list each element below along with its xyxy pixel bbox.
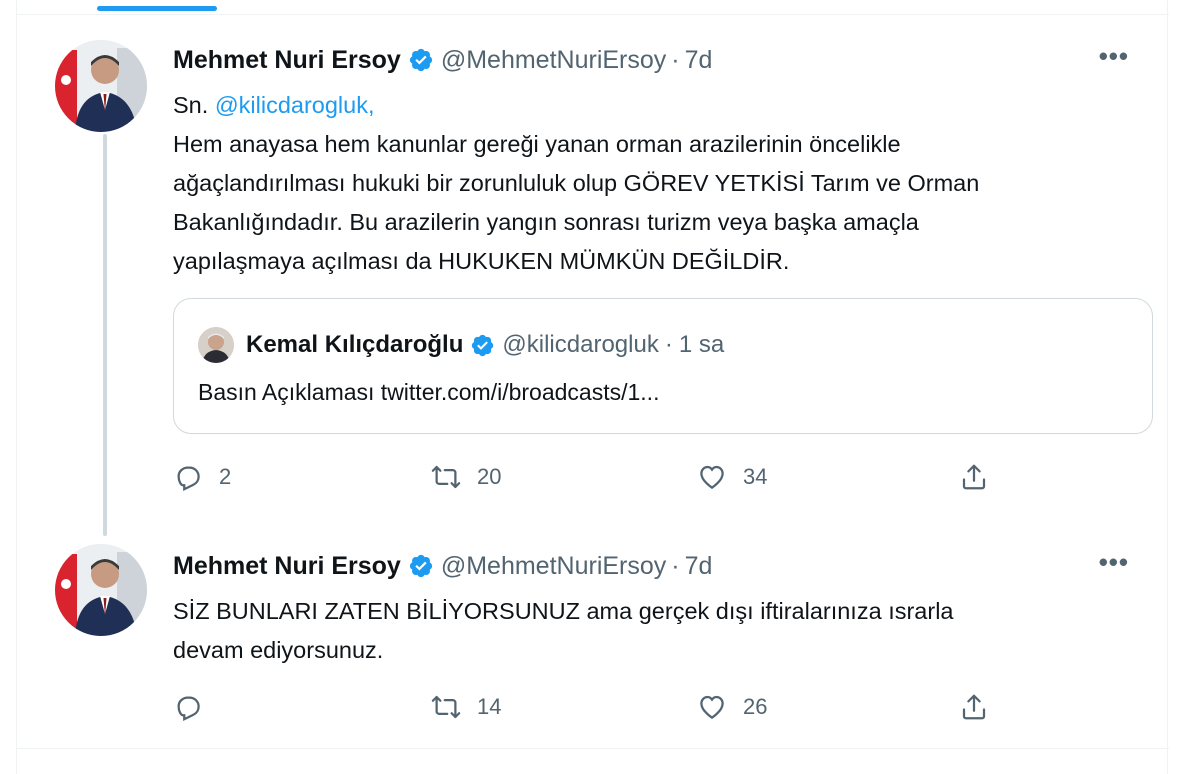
verified-badge-icon [409,48,432,72]
retweet-icon [431,465,461,489]
verified-badge-icon [409,554,432,578]
timestamp[interactable]: 7d [685,552,713,581]
author-name[interactable]: Mehmet Nuri Ersoy [173,552,401,581]
tweet-actions: 2 20 34 [173,462,1003,502]
quoted-avatar-image [198,327,234,363]
quoted-tweet-text: Basın Açıklaması twitter.com/i/broadcast… [198,379,660,405]
share-button[interactable] [959,692,1005,722]
tweet-text-line: ağaçlandırılması hukuki bir zorunluluk o… [173,170,980,196]
share-icon [962,694,986,720]
retweet-count: 20 [477,464,502,489]
retweet-count: 14 [477,694,502,719]
reply-icon [177,466,200,492]
more-icon[interactable]: ••• [1099,549,1129,575]
tweet-text-line: yapılaşmaya açılması da HUKUKEN MÜMKÜN D… [173,248,790,274]
author-handle[interactable]: @MehmetNuriErsoy [441,46,666,75]
avatar[interactable] [55,40,147,132]
tweet-actions: 14 26 [173,692,1003,732]
tweet-header: Mehmet Nuri Ersoy @MehmetNuriErsoy · 7d [173,550,1139,582]
tweet-text-line: Hem anayasa hem kanunlar gereği yanan or… [173,131,901,157]
separator-dot: · [671,551,680,580]
like-button[interactable]: 26 [697,692,767,722]
avatar[interactable] [55,544,147,636]
author-handle[interactable]: @MehmetNuriErsoy [441,552,666,581]
tweet-header: Mehmet Nuri Ersoy @MehmetNuriErsoy · 7d [173,44,1139,76]
reply-count: 2 [219,464,232,489]
divider [17,14,1169,15]
tweet-text-line: devam ediyorsunuz. [173,637,384,663]
thread-connector-line [103,134,107,536]
timeline-column: Mehmet Nuri Ersoy @MehmetNuriErsoy · 7d … [16,0,1169,774]
like-count: 34 [743,464,768,489]
like-count: 26 [743,694,768,719]
active-tab-indicator [97,6,217,11]
mention-punctuation: , [367,92,375,118]
quoted-author-handle[interactable]: @kilicdarogluk [502,331,658,359]
separator-dot: · [671,45,680,74]
tweet-text-line: SİZ BUNLARI ZATEN BİLİYORSUNUZ ama gerçe… [173,598,954,624]
like-button[interactable]: 34 [697,462,767,492]
quoted-timestamp[interactable]: 1 sa [679,331,724,359]
divider [17,748,1169,749]
tweet-text: Sn. @kilicdarogluk, Hem anayasa hem kanu… [173,86,1139,281]
share-button[interactable] [959,462,1005,492]
reply-icon [177,696,200,722]
verified-badge-icon [472,334,494,356]
avatar-image [55,40,147,132]
reply-button[interactable]: 2 [173,462,231,492]
author-name[interactable]: Mehmet Nuri Ersoy [173,46,401,75]
tweet-text-line: Bakanlığındadır. Bu arazilerin yangın so… [173,209,919,235]
separator-dot: · [664,331,673,358]
quoted-tweet-header: Kemal Kılıçdaroğlu @kilicdarogluk · 1 sa [198,327,724,363]
timestamp[interactable]: 7d [685,46,713,75]
reply-button[interactable] [173,692,219,722]
quoted-avatar [198,327,234,363]
avatar-image [55,544,147,636]
retweet-icon [431,695,461,719]
mention-link[interactable]: @kilicdarogluk [215,92,368,118]
quoted-author-name[interactable]: Kemal Kılıçdaroğlu [246,331,463,359]
retweet-button[interactable]: 20 [431,462,501,492]
quoted-tweet[interactable]: Kemal Kılıçdaroğlu @kilicdarogluk · 1 sa… [173,298,1153,434]
like-icon [700,465,724,489]
tweet-text-line: Sn. @kilicdarogluk, [173,86,1139,125]
like-icon [700,695,724,719]
tweet-text: SİZ BUNLARI ZATEN BİLİYORSUNUZ ama gerçe… [173,592,1139,670]
share-icon [962,464,986,490]
salutation: Sn. [173,92,215,118]
more-icon[interactable]: ••• [1099,43,1129,69]
retweet-button[interactable]: 14 [431,692,501,722]
